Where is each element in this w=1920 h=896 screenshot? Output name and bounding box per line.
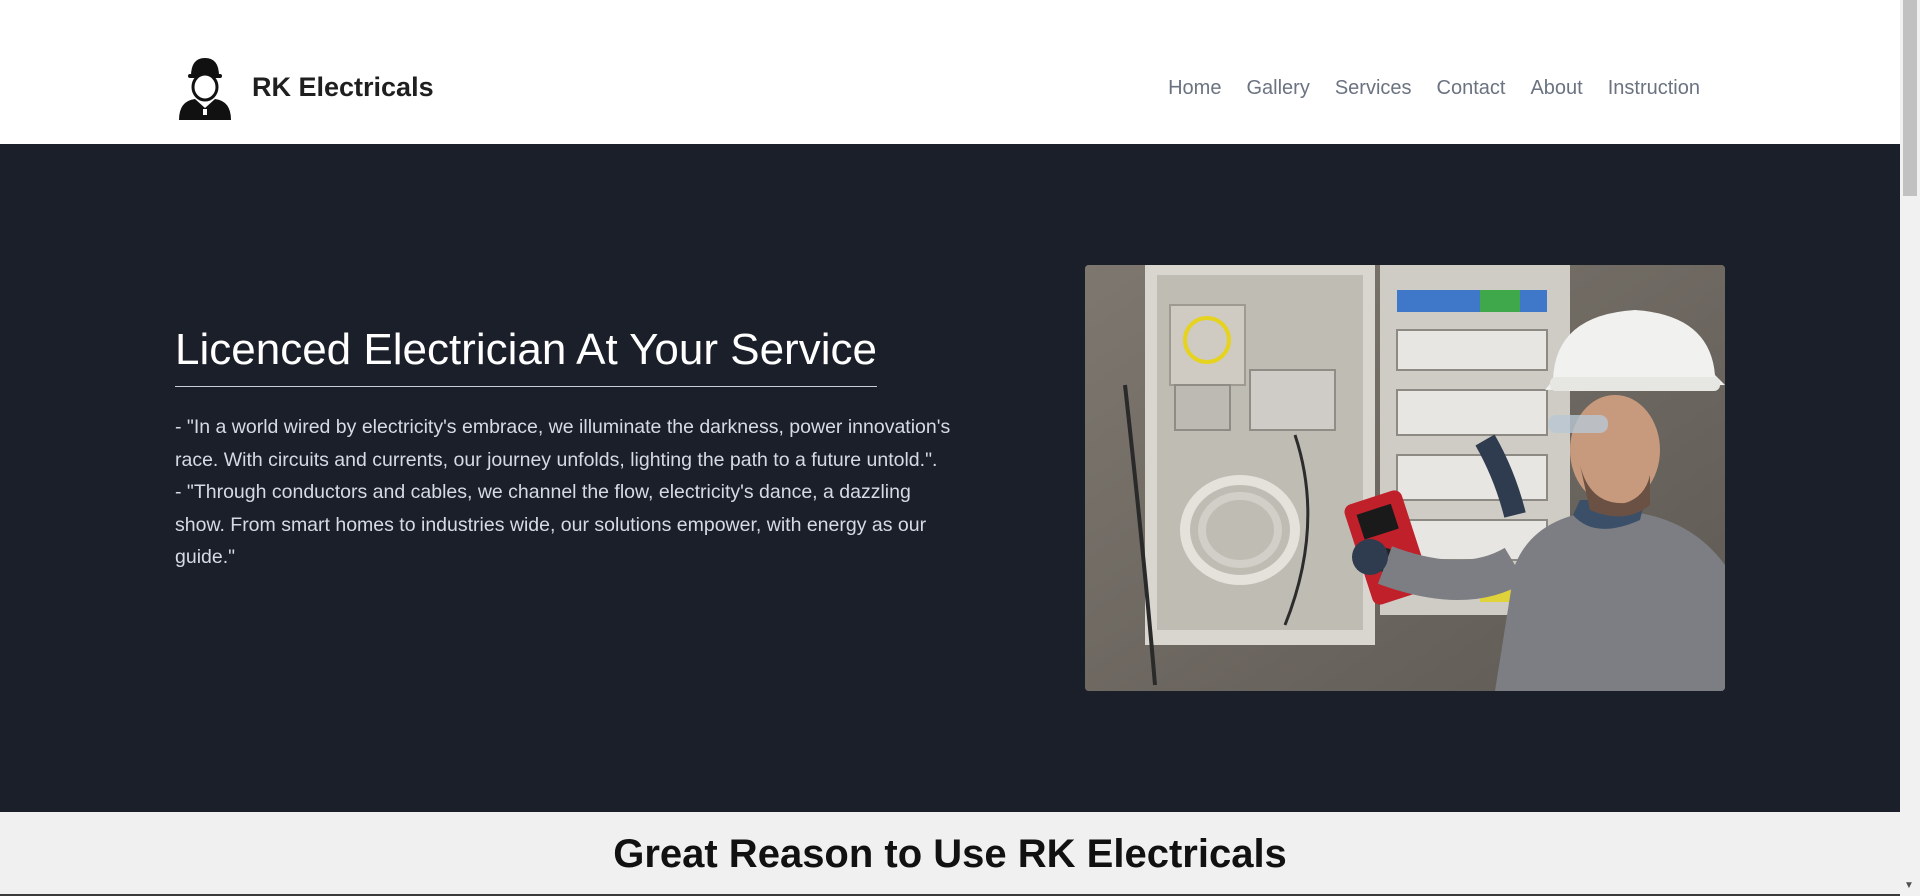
scroll-down-arrow-icon[interactable]: ▼ [1904, 880, 1914, 891]
nav-about[interactable]: About [1530, 74, 1582, 102]
hero-text: Licenced Electrician At Your Service - "… [175, 324, 955, 574]
nav-gallery[interactable]: Gallery [1246, 74, 1309, 102]
hero-quote-2: - "Through conductors and cables, we cha… [175, 481, 927, 568]
hero-section: Licenced Electrician At Your Service - "… [0, 144, 1900, 812]
main-nav: Home Gallery Services Contact About Inst… [1168, 74, 1700, 102]
nav-home[interactable]: Home [1168, 74, 1221, 102]
scrollbar-thumb[interactable] [1903, 0, 1917, 196]
brand-link[interactable]: RK Electricals [176, 54, 434, 120]
brand-name: RK Electricals [252, 71, 434, 102]
site-header: RK Electricals Home Gallery Services Con… [0, 0, 1900, 144]
nav-services[interactable]: Services [1335, 74, 1412, 102]
reasons-section: Great Reason to Use RK Electricals [0, 812, 1900, 896]
hero-description: - "In a world wired by electricity's emb… [175, 411, 955, 574]
reasons-title: Great Reason to Use RK Electricals [613, 832, 1287, 876]
hero-quote-1: - "In a world wired by electricity's emb… [175, 416, 951, 471]
nav-contact[interactable]: Contact [1437, 74, 1506, 102]
electrician-at-panel-photo [1085, 265, 1725, 691]
hero-title: Licenced Electrician At Your Service [175, 324, 877, 387]
page: RK Electricals Home Gallery Services Con… [0, 0, 1900, 896]
electrician-avatar-icon [176, 54, 234, 120]
nav-instruction[interactable]: Instruction [1608, 74, 1700, 102]
